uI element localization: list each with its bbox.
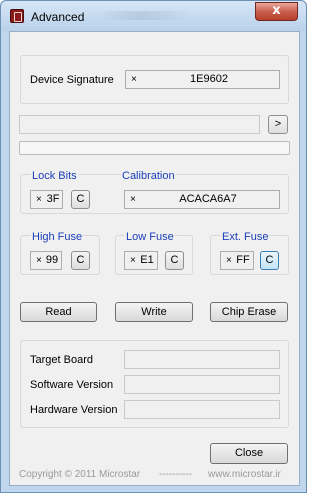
close-icon: x [272,3,281,18]
lock-bits-field[interactable]: × 3F [30,190,63,209]
signature-group: Device Signature × 1E9602 [20,55,289,104]
lockbits-calibration-group: Lock Bits × 3F C Calibration × ACACA6A7 [20,170,289,214]
title-ghost-text [93,11,193,20]
target-board-label: Target Board [30,354,93,366]
high-fuse-c-button[interactable]: C [71,251,90,270]
field-prefix: × [36,255,42,266]
ext-fuse-field[interactable]: × FF [220,251,254,270]
high-fuse-label: High Fuse [31,231,84,243]
high-fuse-field[interactable]: × 99 [30,251,62,270]
lock-bits-value: 3F [46,193,60,205]
field-prefix: × [36,194,42,205]
field-prefix: × [130,194,136,205]
client-area: Device Signature × 1E9602 > Lock Bits × … [9,31,300,486]
progress-bar [19,141,290,155]
low-fuse-group: Low Fuse × E1 C [115,231,193,275]
info-group: Target Board Software Version Hardware V… [20,340,289,428]
hardware-version-label: Hardware Version [30,404,118,416]
high-fuse-value: 99 [45,254,59,266]
software-version-label: Software Version [30,379,114,391]
ext-fuse-c-button[interactable]: C [260,251,279,270]
app-window: Advanced x Device Signature × 1E9602 > L… [0,0,307,493]
title-bar[interactable]: Advanced x [1,1,306,31]
app-icon [10,9,24,23]
calibration-label: Calibration [121,170,176,182]
footer-separator: ---------- [159,469,193,480]
lock-bits-c-button[interactable]: C [71,190,90,209]
low-fuse-label: Low Fuse [125,231,175,243]
device-signature-value: 1E9602 [190,73,228,85]
lock-bits-label: Lock Bits [31,170,78,182]
low-fuse-c-button[interactable]: C [165,251,184,270]
window-close-button[interactable]: x [255,2,298,21]
footer-copyright: Copyright © 2011 Microstar [19,469,141,480]
arrow-button[interactable]: > [268,115,288,134]
field-prefix: × [131,74,137,85]
calibration-value: ACACA6A7 [179,193,237,205]
ext-fuse-label: Ext. Fuse [221,231,270,243]
device-signature-field[interactable]: × 1E9602 [125,70,280,89]
field-prefix: × [226,255,232,266]
ext-fuse-group: Ext. Fuse × FF C [210,231,289,275]
field-prefix: × [130,255,136,266]
target-board-field[interactable] [124,350,280,369]
status-field[interactable] [19,115,260,134]
chip-erase-button[interactable]: Chip Erase [210,302,288,322]
calibration-field[interactable]: × ACACA6A7 [124,190,280,209]
close-button[interactable]: Close [210,443,288,464]
low-fuse-field[interactable]: × E1 [124,251,158,270]
write-button[interactable]: Write [115,302,193,322]
device-signature-label: Device Signature [30,74,114,86]
read-button[interactable]: Read [20,302,97,322]
software-version-field[interactable] [124,375,280,394]
footer-website: www.microstar.ir [208,469,281,480]
ext-fuse-value: FF [236,254,250,266]
window-title: Advanced [31,10,85,24]
high-fuse-group: High Fuse × 99 C [20,231,100,275]
low-fuse-value: E1 [140,254,154,266]
hardware-version-field[interactable] [124,400,280,419]
